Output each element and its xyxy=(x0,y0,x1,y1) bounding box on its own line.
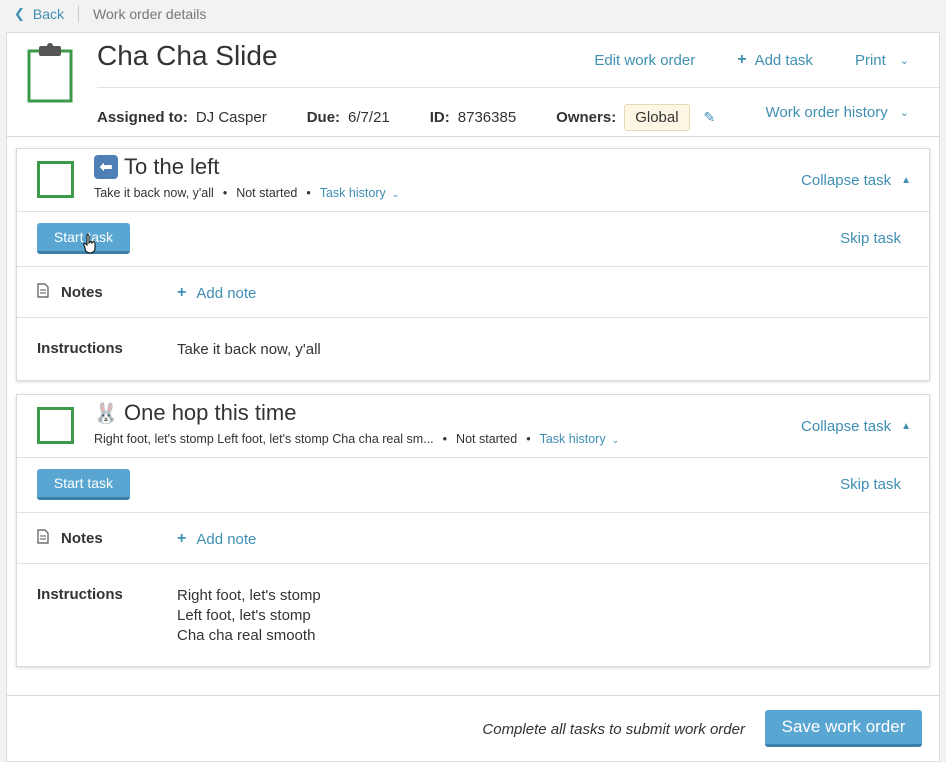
task-history-dropdown[interactable]: Task history ⌄ xyxy=(540,432,620,446)
document-icon xyxy=(37,283,49,298)
chevron-down-icon: ⌄ xyxy=(611,435,620,445)
notes-row: Notes + Add note xyxy=(17,267,929,318)
id-label: ID: xyxy=(429,109,450,126)
edit-work-order-link[interactable]: Edit work order xyxy=(594,52,695,69)
pencil-icon[interactable]: ✎ xyxy=(704,109,716,126)
task-subline: Right foot, let's stomp Left foot, let's… xyxy=(94,432,619,446)
separator-dot: • xyxy=(526,432,531,446)
owners-label: Owners: xyxy=(556,109,617,126)
caret-up-icon: ▲ xyxy=(901,175,911,186)
collapse-task-button[interactable]: Collapse task ▲ xyxy=(801,418,911,435)
assigned-value: DJ Casper xyxy=(195,109,267,126)
owner-badge: Global xyxy=(624,104,690,131)
work-order-history-label: Work order history xyxy=(765,104,888,121)
separator-dot: • xyxy=(222,186,228,200)
plus-icon: + xyxy=(177,284,187,301)
back-button[interactable]: ❮ Back xyxy=(0,6,64,22)
task-status: Not started xyxy=(236,186,298,200)
task-actions: Start task Skip task xyxy=(17,458,929,513)
work-order-header: Cha Cha Slide Edit work order + Add task… xyxy=(7,33,939,137)
submit-hint: Complete all tasks to submit work order xyxy=(482,721,745,738)
task-header: 🐰 One hop this time Right foot, let's st… xyxy=(17,395,929,458)
instruction-line: Left foot, let's stomp xyxy=(177,607,311,624)
instructions-label: Instructions xyxy=(37,586,123,603)
collapse-task-button[interactable]: Collapse task ▲ xyxy=(801,172,911,189)
footer-bar: Complete all tasks to submit work order … xyxy=(7,695,939,761)
add-note-button[interactable]: + Add note xyxy=(177,284,256,302)
chevron-down-icon: ⌄ xyxy=(391,189,400,199)
edit-work-order-label: Edit work order xyxy=(594,51,696,69)
breadcrumb: Work order details xyxy=(93,6,207,22)
instructions-text: Right foot, let's stomp Left foot, let's… xyxy=(177,586,321,646)
task-history-label: Task history xyxy=(539,432,606,446)
notes-label: Notes xyxy=(61,284,103,301)
collapse-task-label: Collapse task xyxy=(801,418,892,435)
task-title-text: To the left xyxy=(124,154,220,179)
chevron-left-icon: ❮ xyxy=(14,6,25,21)
instruction-line: Cha cha real smooth xyxy=(177,627,316,644)
skip-task-link[interactable]: Skip task xyxy=(840,476,901,493)
instructions-row: Instructions Right foot, let's stomp Lef… xyxy=(17,564,929,666)
back-arrow-icon: ⬅ xyxy=(94,155,118,179)
task-actions: Start task Skip task xyxy=(17,212,929,267)
due-value: 6/7/21 xyxy=(348,109,390,126)
header-actions: Edit work order + Add task Print ⌄ xyxy=(552,51,909,69)
task-status: Not started xyxy=(456,432,518,446)
add-note-button[interactable]: + Add note xyxy=(177,530,256,548)
task-checkbox[interactable] xyxy=(37,407,74,444)
plus-icon: + xyxy=(737,51,747,68)
assigned-label: Assigned to: xyxy=(97,109,188,126)
rabbit-icon: 🐰 xyxy=(93,402,119,425)
caret-up-icon: ▲ xyxy=(901,421,911,432)
print-dropdown[interactable]: Print ⌄ xyxy=(855,52,909,69)
clipboard-icon xyxy=(27,43,73,103)
add-task-button[interactable]: + Add task xyxy=(737,51,813,69)
instructions-text: Take it back now, y'all xyxy=(177,340,321,360)
task-summary: Take it back now, y'all xyxy=(94,186,214,200)
task-header: ⬅ To the left Take it back now, y'all • … xyxy=(17,149,929,212)
separator-dot: • xyxy=(306,186,311,200)
task-card: ⬅ To the left Take it back now, y'all • … xyxy=(16,148,930,381)
task-title: ⬅ To the left xyxy=(94,154,219,180)
separator-dot: • xyxy=(442,432,448,446)
task-title-text: One hop this time xyxy=(124,400,297,425)
page-title: Cha Cha Slide xyxy=(97,40,278,71)
instruction-line: Right foot, let's stomp xyxy=(177,587,321,604)
task-subline: Take it back now, y'all • Not started • … xyxy=(94,186,399,200)
instructions-label: Instructions xyxy=(37,340,123,357)
chevron-down-icon: ⌄ xyxy=(899,107,909,119)
instructions-row: Instructions Take it back now, y'all xyxy=(17,318,929,380)
add-note-label: Add note xyxy=(196,284,257,302)
plus-icon: + xyxy=(177,530,187,547)
task-summary: Right foot, let's stomp Left foot, let's… xyxy=(94,432,434,446)
header-divider xyxy=(97,87,939,88)
collapse-task-label: Collapse task xyxy=(801,172,892,189)
task-card: 🐰 One hop this time Right foot, let's st… xyxy=(16,394,930,667)
notes-row: Notes + Add note xyxy=(17,513,929,564)
task-history-dropdown[interactable]: Task history ⌄ xyxy=(320,186,400,200)
id-value: 8736385 xyxy=(457,109,517,126)
print-label: Print xyxy=(854,51,886,69)
document-icon xyxy=(37,529,49,544)
divider xyxy=(78,5,80,23)
notes-label: Notes xyxy=(61,530,103,547)
skip-task-link[interactable]: Skip task xyxy=(840,230,901,247)
task-checkbox[interactable] xyxy=(37,161,74,198)
chevron-down-icon: ⌄ xyxy=(899,54,909,67)
start-task-button[interactable]: Start task xyxy=(37,469,130,500)
task-title: 🐰 One hop this time xyxy=(93,400,297,426)
work-order-meta: Assigned to: DJ Casper Due: 6/7/21 ID: 8… xyxy=(97,104,715,131)
task-history-label: Task history xyxy=(319,186,386,200)
save-work-order-button[interactable]: Save work order xyxy=(765,710,922,747)
add-note-label: Add note xyxy=(196,530,257,548)
back-label: Back xyxy=(32,6,65,22)
add-task-label: Add task xyxy=(754,51,813,69)
work-order-panel: Cha Cha Slide Edit work order + Add task… xyxy=(6,32,940,762)
top-bar: ❮ Back Work order details xyxy=(0,0,946,28)
due-label: Due: xyxy=(306,109,341,126)
instruction-line: Take it back now, y'all xyxy=(177,341,321,358)
hand-cursor-icon xyxy=(83,234,96,254)
work-order-history-dropdown[interactable]: Work order history ⌄ xyxy=(766,104,909,121)
